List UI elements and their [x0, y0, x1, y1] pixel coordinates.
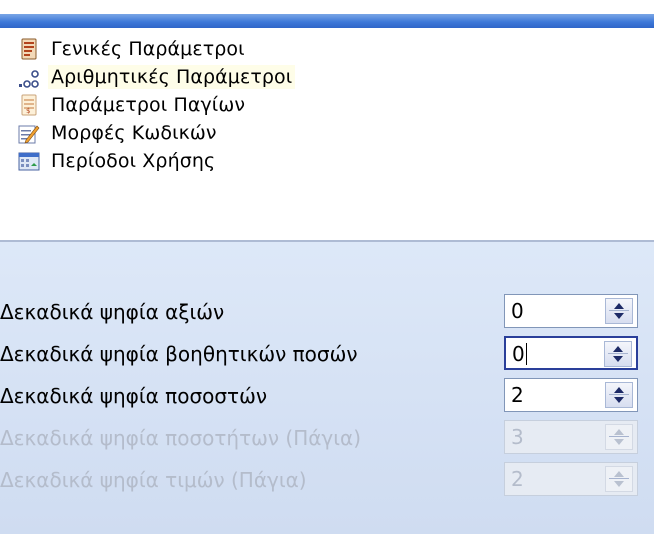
value-decimals-spinner[interactable]: 0	[504, 294, 638, 328]
setting-label: Δεκαδικά ψηφία τιμών (Πάγια)	[0, 468, 307, 492]
setting-row-price-decimals-assets: Δεκαδικά ψηφία τιμών (Πάγια) 2	[0, 462, 654, 498]
code-formats-icon	[18, 122, 40, 144]
spinner-buttons[interactable]	[604, 341, 632, 367]
nav-item-general-params[interactable]: Γενικές Παράμετροι	[18, 36, 248, 62]
fiscal-periods-icon	[18, 150, 40, 172]
spin-down-icon[interactable]	[613, 356, 623, 362]
fixed-assets-params-icon: $	[18, 94, 40, 116]
parameters-nav-list: Γενικές Παράμετροι Αριθμητικές Παράμετρο…	[0, 28, 654, 240]
title-bar	[0, 0, 654, 28]
general-params-icon	[18, 38, 40, 60]
spinner-value: 3	[511, 425, 524, 449]
spinner-buttons	[605, 466, 633, 492]
setting-row-percentage-decimals: Δεκαδικά ψηφία ποσοστών 2	[0, 378, 654, 414]
text-caret	[525, 343, 527, 365]
spinner-buttons	[605, 424, 633, 450]
setting-row-auxiliary-amount-decimals: Δεκαδικά ψηφία βοηθητικών ποσών 0	[0, 336, 654, 372]
quantity-decimals-assets-spinner: 3	[504, 420, 638, 454]
nav-item-label: Γενικές Παράμετροι	[51, 38, 245, 60]
nav-item-label: Μορφές Κωδικών	[51, 122, 217, 144]
nav-item-label: Αριθμητικές Παράμετροι	[48, 65, 296, 89]
spinner-buttons[interactable]	[605, 382, 633, 408]
setting-label: Δεκαδικά ψηφία αξιών	[0, 300, 225, 324]
nav-item-label: Περίοδοι Χρήσης	[51, 150, 216, 172]
nav-item-code-formats[interactable]: Μορφές Κωδικών	[18, 120, 220, 146]
spin-down-icon[interactable]	[614, 397, 624, 403]
numeric-parameters-panel: Δεκαδικά ψηφία αξιών 0 Δεκαδικά ψηφία βο…	[0, 242, 654, 534]
spinner-value: 2	[511, 467, 524, 491]
auxiliary-amount-decimals-spinner[interactable]: 0	[504, 336, 638, 370]
setting-label: Δεκαδικά ψηφία ποσοστών	[0, 384, 267, 408]
spinner-value[interactable]: 0	[511, 298, 524, 324]
nav-item-fiscal-periods[interactable]: Περίοδοι Χρήσης	[18, 148, 218, 174]
svg-text:$: $	[26, 107, 31, 115]
percentage-decimals-spinner[interactable]: 2	[504, 378, 638, 412]
setting-label: Δεκαδικά ψηφία βοηθητικών ποσών	[0, 342, 358, 366]
numeric-params-icon	[18, 66, 40, 88]
spinner-value[interactable]: 0	[512, 341, 527, 367]
spin-down-icon[interactable]	[614, 313, 624, 319]
spinner-value[interactable]: 2	[511, 382, 524, 408]
spin-up-icon	[614, 429, 624, 435]
spinner-buttons[interactable]	[605, 298, 633, 324]
nav-item-label: Παράμετροι Παγίων	[51, 94, 246, 116]
spin-up-icon	[614, 471, 624, 477]
nav-item-numeric-params[interactable]: Αριθμητικές Παράμετροι	[18, 64, 296, 90]
nav-item-fixed-assets-params[interactable]: $ Παράμετροι Παγίων	[18, 92, 248, 118]
setting-row-value-decimals: Δεκαδικά ψηφία αξιών 0	[0, 294, 654, 330]
spin-down-icon	[614, 481, 624, 487]
spin-up-icon[interactable]	[614, 387, 624, 393]
price-decimals-assets-spinner: 2	[504, 462, 638, 496]
setting-label: Δεκαδικά ψηφία ποσοτήτων (Πάγια)	[0, 426, 362, 450]
spin-up-icon[interactable]	[613, 346, 623, 352]
spin-up-icon[interactable]	[614, 303, 624, 309]
spin-down-icon	[614, 439, 624, 445]
setting-row-quantity-decimals-assets: Δεκαδικά ψηφία ποσοτήτων (Πάγια) 3	[0, 420, 654, 456]
